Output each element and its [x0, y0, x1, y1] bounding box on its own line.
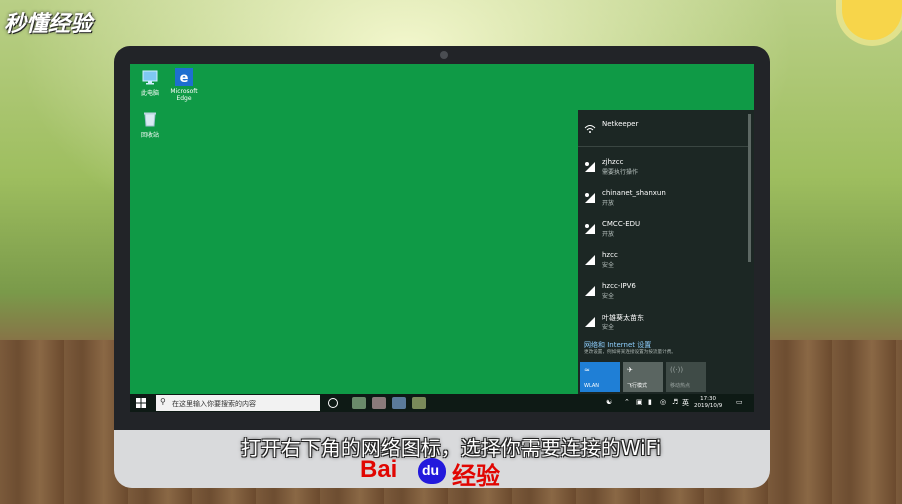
wifi-signal-icon: [585, 193, 595, 203]
windows-start-icon[interactable]: [136, 398, 146, 408]
baidu-logo-text-a: Bai: [360, 456, 398, 483]
wifi-signal-icon: [585, 317, 595, 327]
airplane-icon: ✈: [627, 366, 633, 374]
wifi-network-name: chinanet_shanxun: [602, 189, 666, 197]
wifi-network-item[interactable]: hzcc 安全: [584, 249, 744, 275]
wifi-network-status: 开放: [602, 200, 615, 207]
wifi-network-status: 开放: [602, 231, 615, 238]
camera-icon: [440, 51, 448, 59]
tray-app-icon[interactable]: ▣: [636, 398, 643, 406]
wifi-network-item[interactable]: hzcc-IPV6 安全: [584, 280, 744, 306]
wifi-network-status: 需要执行操作: [602, 169, 639, 176]
wifi-network-name: zjhzcc: [602, 158, 624, 166]
taskbar-app-icon[interactable]: [412, 397, 426, 409]
recycle-bin-icon: [141, 110, 159, 128]
wifi-network-item[interactable]: chinanet_shanxun 开放: [584, 187, 744, 213]
mobile-hotspot-tile[interactable]: ((·)) 移动热点: [666, 362, 706, 392]
search-icon: ⚲: [160, 397, 166, 406]
wifi-network-name: CMCC-EDU: [602, 220, 641, 228]
taskbar-app-icon[interactable]: [392, 397, 406, 409]
tile-label: WLAN: [584, 383, 600, 389]
wifi-network-status: 安全: [602, 293, 615, 300]
brand-logo: 秒懂经验: [4, 12, 93, 37]
volume-icon[interactable]: ♬: [672, 398, 678, 406]
divider: [578, 146, 748, 147]
wifi-network-status: 安全: [602, 262, 615, 269]
desktop-icon-label: Microsoft Edge: [170, 88, 198, 102]
network-settings-description: 更改设置，例如将某连接设置为按流量计费。: [584, 350, 676, 355]
clock-date: 2019/10/9: [694, 403, 723, 409]
taskbar: ⚲ 在这里输入你要搜索的内容 ☯ ⌃ ▣ ▮ ◎ ♬ 英 17:30 2019/…: [130, 394, 754, 412]
wifi-list-scrollbar[interactable]: [748, 114, 751, 262]
wifi-network-name: hzcc-IPV6: [602, 282, 636, 290]
airplane-mode-tile[interactable]: ✈ 飞行模式: [623, 362, 663, 392]
network-globe-icon[interactable]: ◎: [660, 398, 666, 406]
svg-text:e: e: [180, 71, 189, 86]
wifi-signal-icon: [585, 224, 595, 234]
tile-label: 移动热点: [670, 383, 691, 389]
baidu-logo-text-c: 经验: [452, 462, 500, 490]
wifi-signal-icon: [585, 162, 595, 172]
battery-icon[interactable]: ▮: [648, 398, 652, 406]
desktop-icon-label: 回收站: [140, 132, 159, 139]
people-icon[interactable]: ☯: [606, 398, 612, 406]
wifi-network-item[interactable]: CMCC-EDU 开放: [584, 218, 744, 244]
wifi-icon: ≈: [584, 366, 590, 374]
desktop-icon-recycle-bin[interactable]: 回收站: [130, 110, 170, 139]
desktop-icon-edge[interactable]: e Microsoft Edge: [164, 68, 204, 102]
wifi-network-name: Netkeeper: [602, 120, 639, 128]
wifi-lock-icon: [584, 125, 596, 133]
computer-icon: [141, 68, 159, 86]
wifi-flyout-panel: Netkeeper zjhzcc 需要执行操作 chinanet_shanxun…: [578, 110, 754, 394]
wifi-signal-icon: [585, 286, 595, 296]
hotspot-icon: ((·)): [670, 366, 684, 374]
wifi-network-item[interactable]: zjhzcc 需要执行操作: [584, 156, 744, 182]
clock-time: 17:30: [700, 396, 717, 402]
notification-icon[interactable]: ▭: [736, 398, 743, 406]
search-placeholder: 在这里输入你要搜索的内容: [172, 400, 256, 408]
edge-icon: e: [175, 68, 193, 86]
wifi-signal-icon: [585, 255, 595, 265]
wlan-tile[interactable]: ≈ WLAN: [580, 362, 620, 392]
baidu-logo-text-b: du: [422, 462, 440, 478]
taskbar-app-icon[interactable]: [352, 397, 366, 409]
wifi-network-status: 安全: [602, 324, 615, 331]
ime-indicator[interactable]: 英: [682, 398, 689, 408]
wifi-network-item[interactable]: Netkeeper: [584, 118, 744, 144]
wifi-network-item[interactable]: 叶雄葵太苗东 安全: [584, 311, 744, 337]
tile-label: 飞行模式: [627, 383, 648, 389]
cortana-icon[interactable]: [328, 398, 338, 408]
desktop-screen: 此电脑 e Microsoft Edge 回收站 Netkeeper zjhzc…: [130, 64, 754, 412]
taskbar-search-box[interactable]: ⚲ 在这里输入你要搜索的内容: [156, 395, 320, 411]
tray-chevron-icon[interactable]: ⌃: [624, 398, 630, 406]
wifi-network-name: hzcc: [602, 251, 618, 259]
taskbar-clock[interactable]: 17:30 2019/10/9: [694, 396, 722, 410]
taskbar-app-icon[interactable]: [372, 397, 386, 409]
baidu-jingyan-logo: Bai du 经验: [360, 456, 540, 490]
